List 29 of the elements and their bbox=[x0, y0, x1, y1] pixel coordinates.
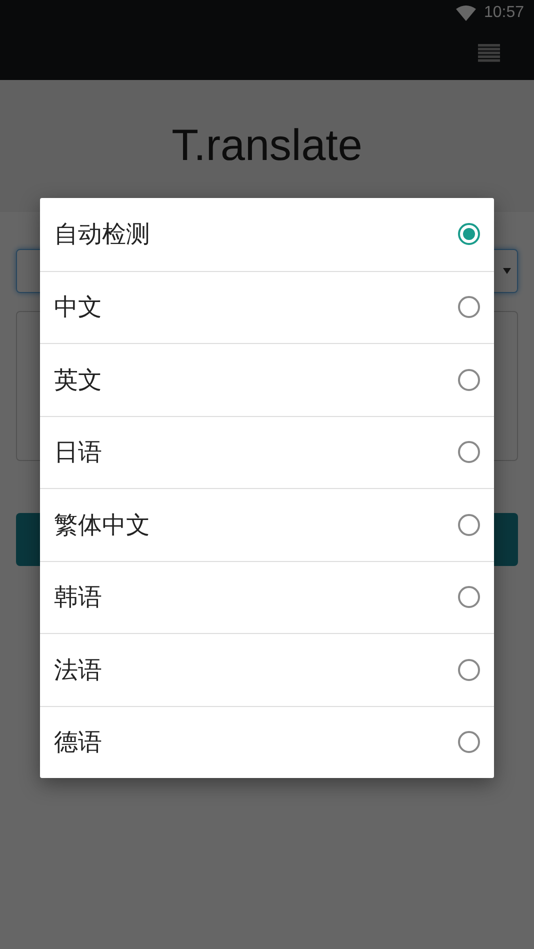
option-label: 日语 bbox=[54, 437, 102, 468]
language-option[interactable]: 中文 bbox=[40, 270, 494, 343]
language-option[interactable]: 繁体中文 bbox=[40, 488, 494, 560]
option-label: 繁体中文 bbox=[54, 510, 150, 541]
option-label: 韩语 bbox=[54, 582, 102, 614]
language-option[interactable]: 自动检测 bbox=[40, 198, 494, 270]
language-option[interactable]: 德语 bbox=[40, 706, 494, 778]
caret-icon bbox=[503, 268, 511, 274]
radio-button[interactable] bbox=[458, 514, 480, 536]
radio-button[interactable] bbox=[458, 296, 480, 318]
radio-button[interactable] bbox=[458, 731, 480, 754]
radio-button[interactable] bbox=[458, 223, 480, 246]
option-label: 自动检测 bbox=[54, 219, 150, 250]
radio-button[interactable] bbox=[458, 368, 480, 391]
menu-icon[interactable] bbox=[478, 44, 500, 62]
radio-button[interactable] bbox=[458, 658, 480, 681]
option-label: 英文 bbox=[54, 364, 102, 396]
radio-button[interactable] bbox=[458, 441, 480, 464]
language-option[interactable]: 韩语 bbox=[40, 560, 494, 633]
language-option[interactable]: 法语 bbox=[40, 633, 494, 706]
option-label: 法语 bbox=[54, 654, 102, 686]
language-option[interactable]: 英文 bbox=[40, 343, 494, 416]
option-label: 中文 bbox=[54, 292, 102, 324]
wifi-icon bbox=[456, 5, 476, 21]
radio-button[interactable] bbox=[458, 586, 480, 608]
app-title: T.ranslate bbox=[172, 121, 362, 171]
option-label: 德语 bbox=[54, 727, 102, 758]
status-time: 10:57 bbox=[484, 4, 524, 22]
language-option[interactable]: 日语 bbox=[40, 416, 494, 488]
